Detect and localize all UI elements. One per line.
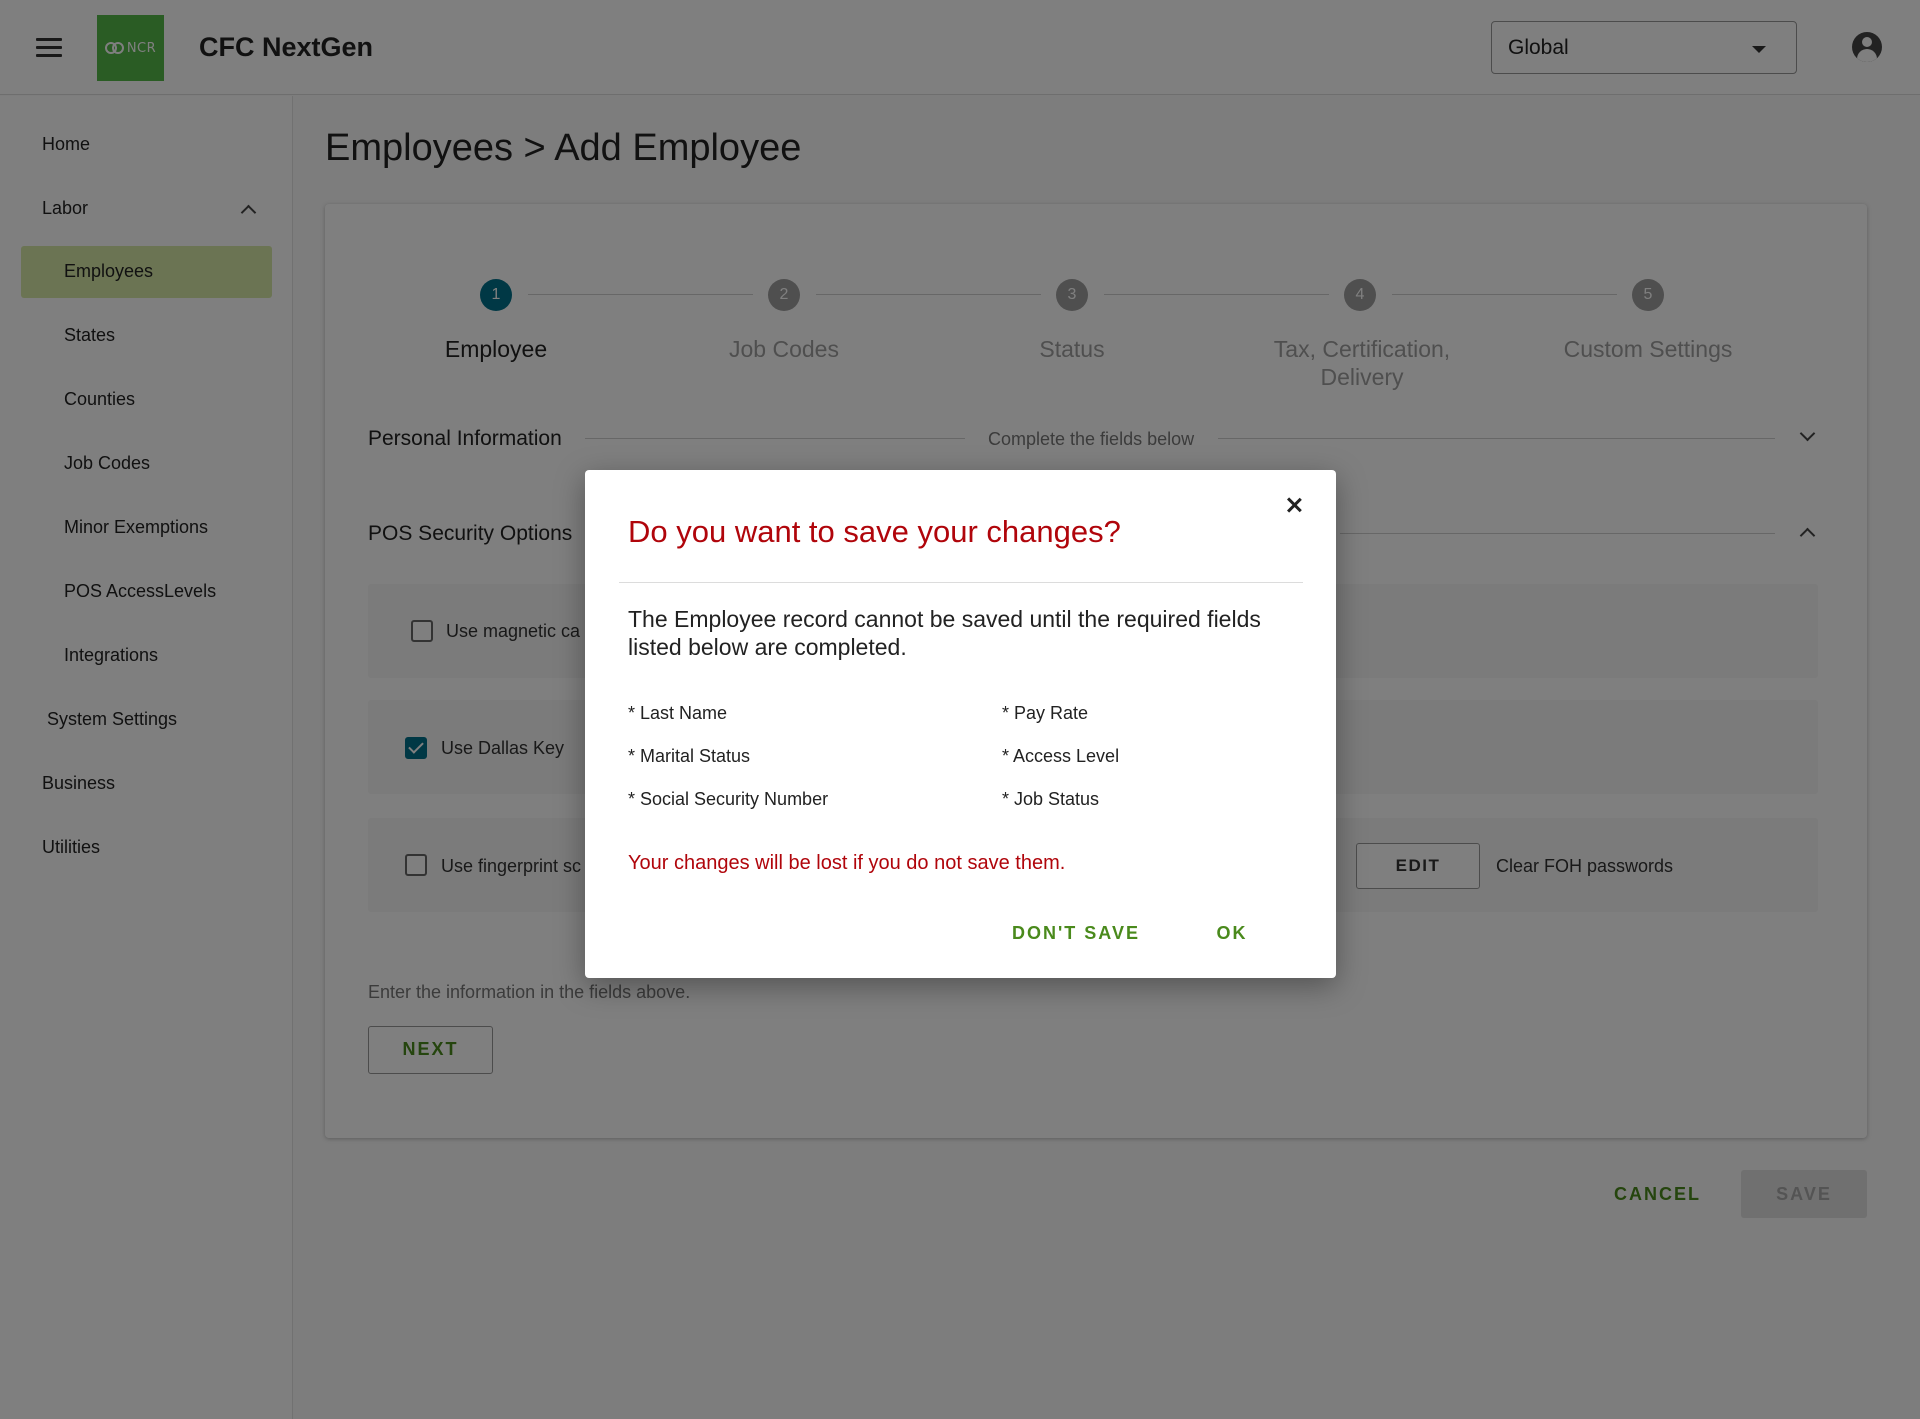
divider xyxy=(619,582,1303,583)
dialog-message: The Employee record cannot be saved unti… xyxy=(628,606,1261,660)
required-field-item: * Last Name xyxy=(628,703,728,723)
required-field-item: * Pay Rate xyxy=(1002,703,1089,723)
save-changes-dialog: Do you want to save your changes? The Em… xyxy=(585,470,1336,978)
dont-save-button[interactable]: DON'T SAVE xyxy=(1006,910,1146,956)
required-field-item: * Marital Status xyxy=(628,746,751,766)
ok-button[interactable]: OK xyxy=(1202,910,1262,956)
close-icon[interactable] xyxy=(1281,492,1307,518)
required-field-item: * Social Security Number xyxy=(628,789,829,809)
dialog-warning: Your changes will be lost if you do not … xyxy=(628,852,1066,874)
required-field-item: * Job Status xyxy=(1002,789,1100,809)
dialog-title: Do you want to save your changes? xyxy=(628,514,1121,549)
required-field-item: * Access Level xyxy=(1002,746,1120,766)
